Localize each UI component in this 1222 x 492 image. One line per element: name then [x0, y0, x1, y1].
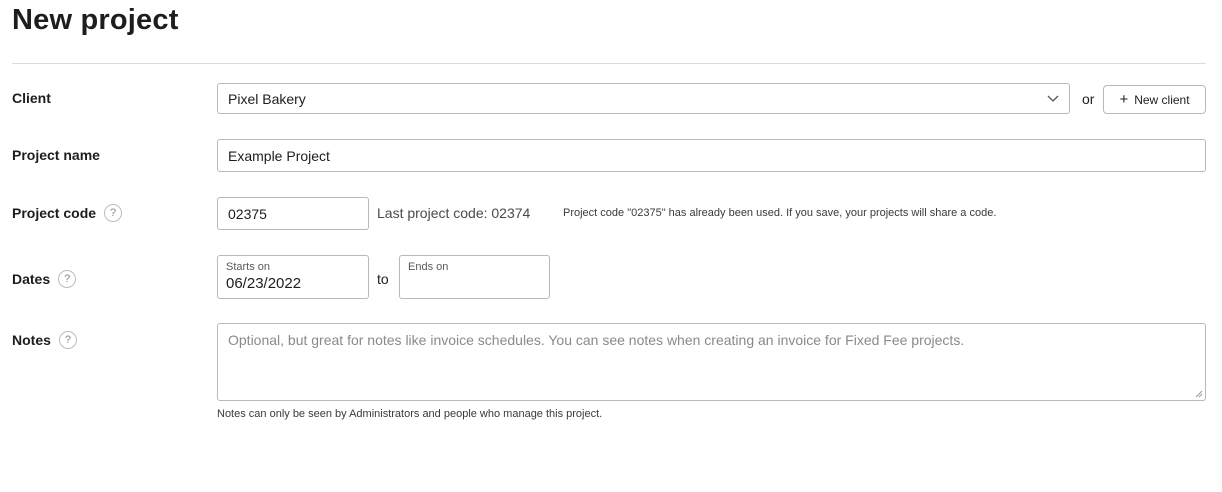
notes-label-text: Notes	[12, 332, 51, 348]
plus-icon: +	[1119, 91, 1129, 108]
project-code-warning: Project code "02375" has already been us…	[563, 207, 997, 219]
project-code-help-icon[interactable]: ?	[104, 204, 123, 222]
project-name-input[interactable]: Example Project	[217, 139, 1206, 172]
start-date-caption: Starts on	[226, 261, 271, 273]
project-name-label-text: Project name	[12, 147, 100, 163]
dates-label: Dates ?	[12, 270, 77, 288]
project-code-label: Project code ?	[12, 204, 123, 222]
project-name-value: Example Project	[228, 147, 330, 164]
client-select-value: Pixel Bakery	[228, 90, 306, 107]
client-label: Client	[12, 90, 51, 106]
start-date-input[interactable]: Starts on 06/23/2022	[217, 255, 369, 299]
project-code-input[interactable]: 02375	[217, 197, 369, 230]
title-divider	[12, 63, 1206, 64]
client-select[interactable]: Pixel Bakery	[217, 83, 1070, 114]
end-date-input[interactable]: Ends on	[399, 255, 550, 299]
chevron-down-icon	[1047, 95, 1059, 102]
dates-help-icon[interactable]: ?	[58, 270, 77, 288]
end-date-caption: Ends on	[408, 261, 449, 273]
client-label-text: Client	[12, 90, 51, 106]
project-code-label-text: Project code	[12, 205, 97, 221]
page-title: New project	[12, 4, 179, 36]
start-date-value: 06/23/2022	[226, 275, 302, 292]
last-project-code: Last project code: 02374	[377, 205, 531, 221]
notes-textarea[interactable]	[217, 323, 1206, 401]
project-name-label: Project name	[12, 147, 100, 163]
or-text: or	[1082, 91, 1095, 107]
notes-help-icon[interactable]: ?	[58, 331, 77, 349]
new-client-label: New client	[1134, 92, 1190, 107]
notes-hint: Notes can only be seen by Administrators…	[217, 408, 603, 420]
dates-label-text: Dates	[12, 271, 51, 287]
to-text: to	[377, 271, 389, 287]
new-client-button[interactable]: + New client	[1103, 85, 1206, 114]
project-code-value: 02375	[228, 205, 267, 222]
notes-label: Notes ?	[12, 331, 77, 349]
